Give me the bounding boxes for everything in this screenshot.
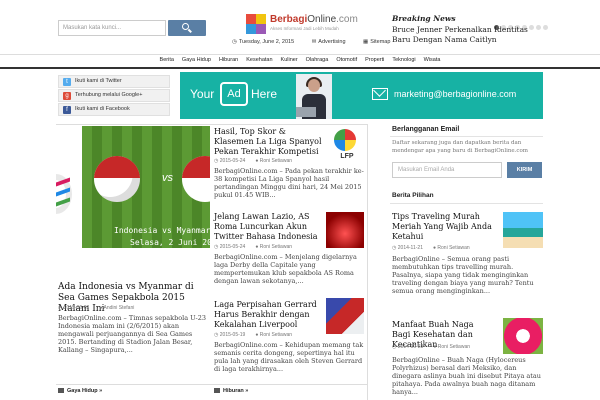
ad-banner[interactable]: Your Ad Here marketing@berbagionline.com <box>180 72 543 119</box>
twitter-icon: t <box>63 78 71 86</box>
pilihan-excerpt: BerbagiOnline – Buah Naga (Hylocereus Po… <box>392 356 541 396</box>
pilihan-meta: ◷ 2014-11-21 ● Roni Setiawan <box>392 245 470 251</box>
main-nav: Berita Gaya Hidup Hiburan Kesehatan Kuliner O… <box>0 57 600 63</box>
nav-item-berita[interactable]: Berita <box>160 57 174 63</box>
feature-meta: ◷ 2015-06-02 ● Andini Stefani <box>58 305 135 311</box>
article-title[interactable]: Jelang Lawan Lazio, AS Roma Luncurkan Ak… <box>214 212 326 242</box>
article-excerpt: BerbagiOnline.com – Kehidupan memang tak… <box>214 341 364 373</box>
sitemap-icon: ▦ <box>363 39 369 45</box>
article-thumbnail[interactable]: LFP <box>328 127 366 163</box>
breaking-news-title: Breaking News <box>392 14 456 23</box>
article-meta: ◷ 2015-05-19 ● Roni Setiawan <box>214 332 293 338</box>
pilihan-thumbnail[interactable] <box>503 212 543 248</box>
subscribe-title: Berlangganan Email <box>392 126 460 133</box>
logo-icon[interactable] <box>246 14 266 34</box>
section-hiburan[interactable]: Hiburan » <box>214 388 248 394</box>
pager-dot[interactable] <box>543 25 548 30</box>
section-gaya-hidup[interactable]: Gaya Hidup » <box>58 388 102 394</box>
subscribe-button[interactable]: KIRIM <box>507 162 542 178</box>
breaking-news-headline[interactable]: Bruce Jenner Perkenalkan Identitas Baru … <box>392 25 542 44</box>
banner-ad-box: Ad <box>220 82 248 106</box>
search-icon <box>182 23 189 30</box>
nav-item-olahraga[interactable]: Olahraga <box>306 57 329 63</box>
advertising-link[interactable]: ✉ Advertising <box>312 39 354 45</box>
facebook-icon: f <box>63 106 71 114</box>
search-input[interactable]: Masukan kata kunci... <box>58 20 166 36</box>
section-divider <box>56 384 368 385</box>
email-field[interactable]: Masukan Email Anda <box>392 162 502 178</box>
date-text: ◷ Tuesday, June 2, 2015 <box>232 39 295 45</box>
slider-prev-image[interactable] <box>56 170 76 230</box>
nav-item-kesehatan[interactable]: Kesehatan <box>246 57 272 63</box>
site-logo-text[interactable]: BerbagiOnline.com <box>270 14 358 25</box>
article-meta: ◷ 2015-05-24 ● Roni Setiawan <box>214 244 293 250</box>
nav-divider <box>0 54 600 55</box>
banner-person-image <box>296 74 332 119</box>
berita-pilihan-divider <box>390 203 543 204</box>
article-thumbnail[interactable] <box>326 298 364 334</box>
feature-excerpt: BerbagiOnline.com – Timnas sepakbola U-2… <box>58 314 207 354</box>
pilihan-thumbnail[interactable] <box>503 318 543 354</box>
subscribe-description: Daftar sekarang juga dan dapatkan berita… <box>392 140 529 154</box>
nav-divider <box>0 67 600 69</box>
banner-your: Your <box>190 87 215 101</box>
twitter-follow-button[interactable]: t Ikuti kami di Twitter <box>58 75 170 88</box>
nav-item-kuliner[interactable]: Kuliner <box>281 57 298 63</box>
berita-pilihan-title: Berita Pilihan <box>392 192 434 199</box>
google-plus-icon: g <box>63 92 71 100</box>
article-title[interactable]: Hasil, Top Skor & Klasemen La Liga Spany… <box>214 127 326 157</box>
banner-here: Here <box>251 87 278 101</box>
nav-item-wisata[interactable]: Wisata <box>424 57 441 63</box>
pilihan-meta: ◷ 2014-10-23 ● Roni Setiawan <box>392 344 471 350</box>
nav-item-hiburan[interactable]: Hiburan <box>219 57 238 63</box>
feature-image[interactable]: vs Indonesia vs Myanmar Selasa, 2 Juni 2… <box>82 126 210 248</box>
article-meta: ◷ 2015-05-24 ● Roni Setiawan <box>214 158 293 164</box>
nav-item-properti[interactable]: Properti <box>365 57 384 63</box>
nav-item-gaya-hidup[interactable]: Gaya Hidup <box>182 57 211 63</box>
bullhorn-icon: ✉ <box>311 39 317 45</box>
banner-email: marketing@berbagionline.com <box>394 89 517 99</box>
pilihan-title[interactable]: Tips Traveling Murah Meriah Yang Wajib A… <box>392 212 494 242</box>
facebook-follow-button[interactable]: f Ikuti kami di Facebook <box>58 103 170 116</box>
subscribe-divider <box>390 136 543 137</box>
clock-icon: ◷ <box>232 39 237 45</box>
article-title[interactable]: Laga Perpisahan Gerrard Harus Berakhir d… <box>214 300 326 330</box>
google-plus-button[interactable]: g Terhubung melalui Google+ <box>58 89 170 102</box>
article-excerpt: BerbagiOnline.com – Pada pekan terakhir … <box>214 167 364 199</box>
date-bar: ◷ Tuesday, June 2, 2015 ✉ Advertising ▦ Sit… <box>232 39 406 45</box>
mail-icon <box>372 88 388 100</box>
nav-item-otomotif[interactable]: Otomotif <box>336 57 357 63</box>
nav-item-teknologi[interactable]: Teknologi <box>392 57 415 63</box>
site-tagline: Akses Informasi Jadi Lebih Mudah <box>270 26 339 31</box>
article-excerpt: BerbagiOnline.com – Menjelang digelarnya… <box>214 253 357 285</box>
search-button[interactable] <box>168 20 206 36</box>
pilihan-excerpt: BerbagiOnline – Semua orang pasti membut… <box>392 255 534 295</box>
article-thumbnail[interactable] <box>326 212 364 248</box>
